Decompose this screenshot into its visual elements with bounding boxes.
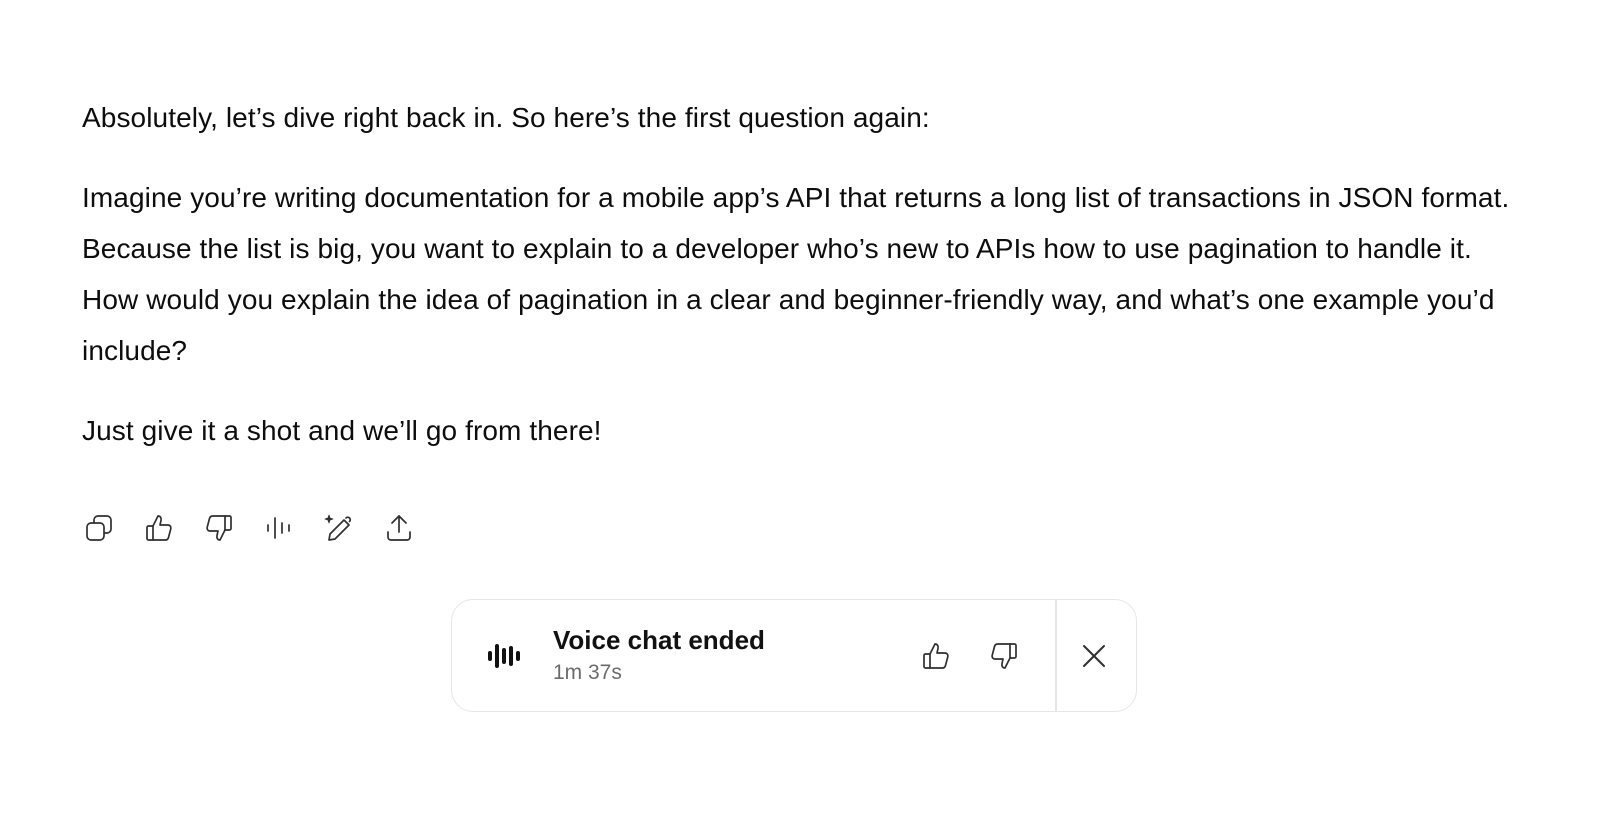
edit-button[interactable] [322, 511, 356, 545]
message-paragraph: Imagine you’re writing documentation for… [82, 182, 1510, 366]
share-icon [387, 515, 411, 541]
thumbs-down-icon [206, 515, 232, 541]
message-paragraph: Absolutely, let’s dive right back in. So… [82, 102, 930, 133]
assistant-message: Absolutely, let’s dive right back in. So… [82, 92, 1522, 456]
thumbs-down-button[interactable] [202, 511, 236, 545]
voice-chat-feedback [919, 639, 1021, 673]
voice-chat-duration: 1m 37s [553, 660, 622, 684]
close-button[interactable] [1078, 640, 1110, 672]
thumbs-up-icon [146, 515, 172, 541]
voice-waveform-icon [485, 637, 523, 675]
voice-chat-summary-card: Voice chat ended 1m 37s [451, 599, 1137, 712]
read-aloud-icon [267, 517, 290, 539]
card-divider [1055, 600, 1057, 711]
copy-button[interactable] [82, 511, 116, 545]
edit-sparkle-icon [324, 514, 352, 541]
thumbs-up-icon [923, 642, 949, 669]
voice-chat-info: Voice chat ended 1m 37s [553, 624, 883, 688]
copy-icon [86, 515, 112, 541]
voice-thumbs-down-button[interactable] [987, 639, 1021, 673]
message-paragraph: Just give it a shot and we’ll go from th… [82, 415, 602, 446]
voice-thumbs-up-button[interactable] [919, 639, 953, 673]
voice-chat-title: Voice chat ended [553, 624, 765, 655]
thumbs-up-button[interactable] [142, 511, 176, 545]
close-icon [1083, 644, 1105, 667]
share-button[interactable] [382, 511, 416, 545]
read-aloud-button[interactable] [262, 511, 296, 545]
thumbs-down-icon [991, 642, 1017, 669]
message-actions [82, 511, 416, 545]
